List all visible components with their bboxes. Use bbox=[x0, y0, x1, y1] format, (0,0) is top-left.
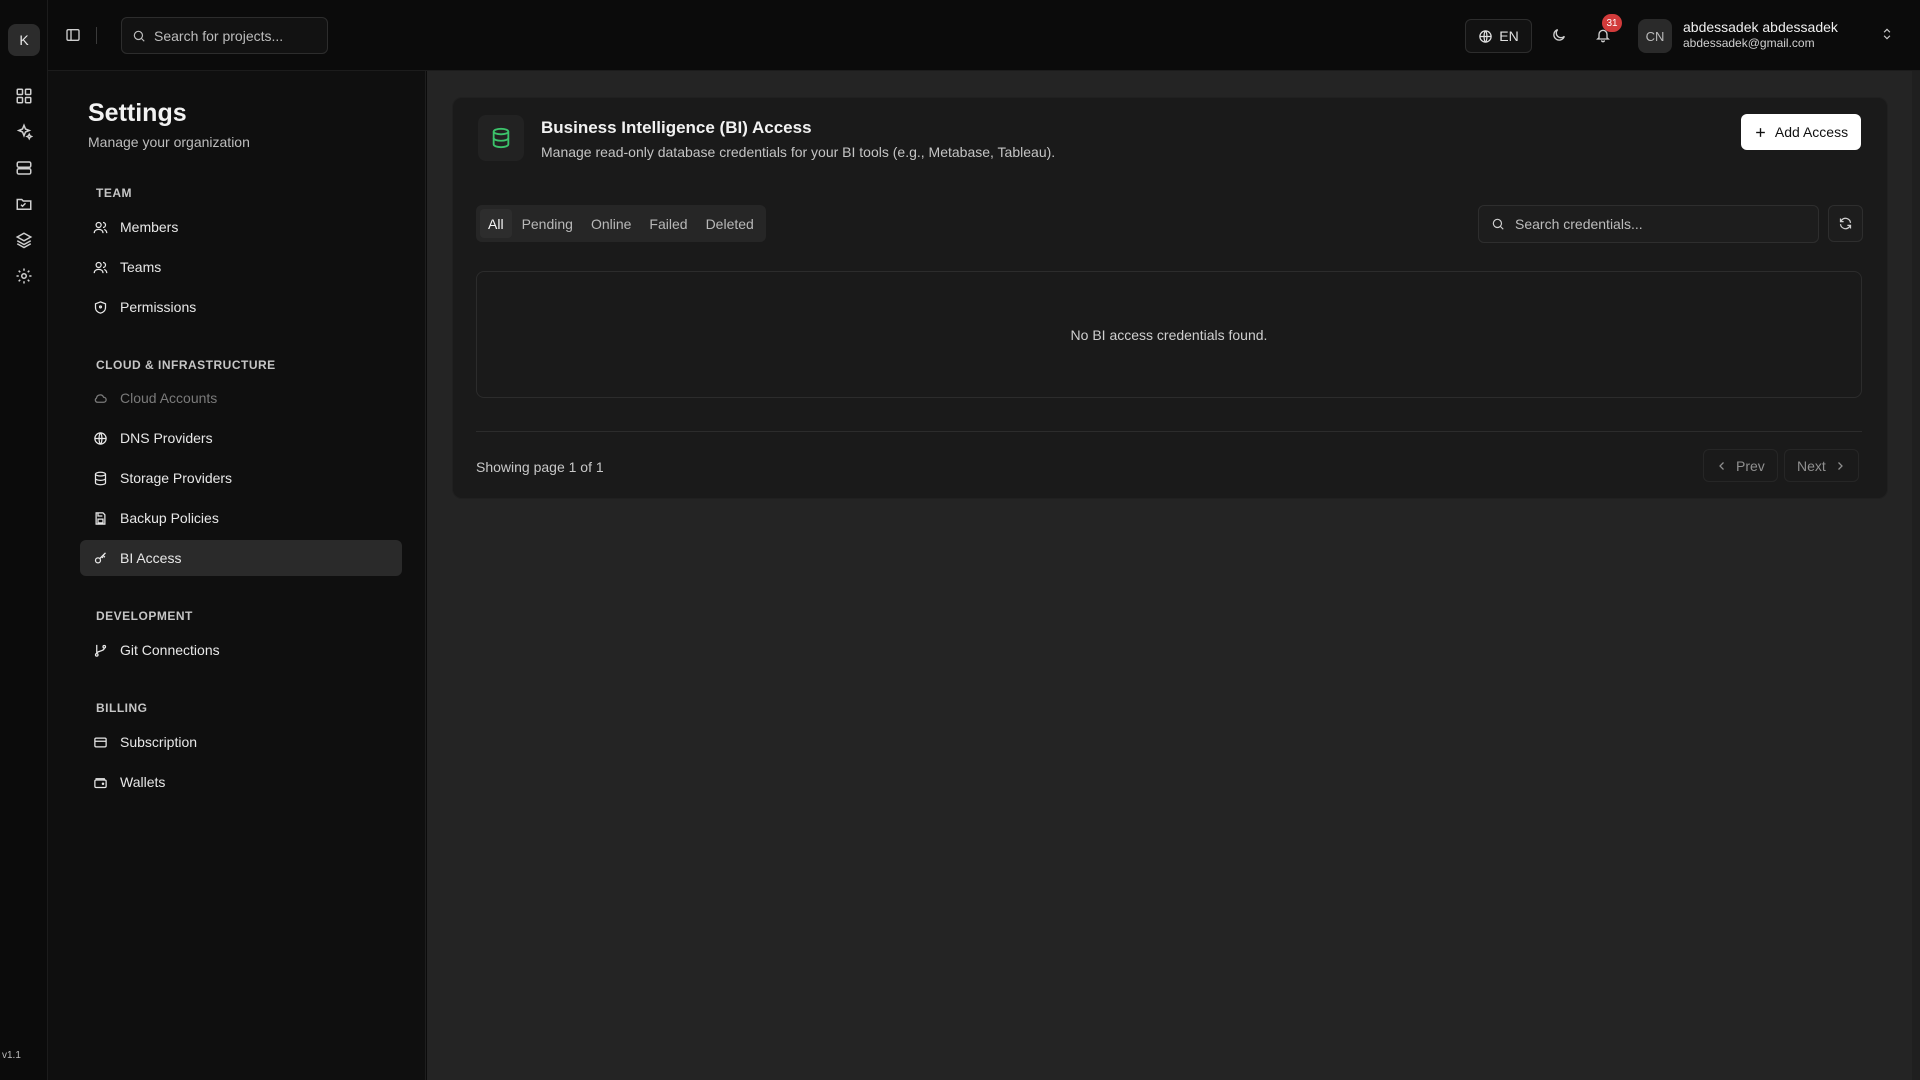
database-icon bbox=[92, 470, 108, 486]
avatar[interactable]: CN bbox=[1638, 19, 1672, 53]
save-icon bbox=[92, 510, 108, 526]
database-icon bbox=[478, 115, 524, 161]
sidebar-toggle-icon[interactable] bbox=[62, 24, 84, 46]
sidebar-item-label: Teams bbox=[120, 259, 162, 275]
prev-label: Prev bbox=[1736, 457, 1765, 474]
plus-icon bbox=[1754, 126, 1767, 139]
sidebar-item-members[interactable]: Members bbox=[80, 209, 402, 245]
settings-icon[interactable] bbox=[12, 264, 36, 288]
sidebar-item-label: BI Access bbox=[120, 550, 182, 566]
git-branch-icon bbox=[92, 642, 108, 658]
sidebar-item-label: Subscription bbox=[120, 734, 198, 750]
page-description: Manage read-only database credentials fo… bbox=[541, 144, 1056, 160]
sidebar-item-label: Cloud Accounts bbox=[120, 390, 218, 406]
tab-pending[interactable]: Pending bbox=[514, 209, 581, 238]
sidebar-item-bi-access[interactable]: BI Access bbox=[80, 540, 402, 576]
language-button[interactable]: EN bbox=[1465, 19, 1532, 53]
divider bbox=[476, 431, 1862, 432]
cloud-icon bbox=[92, 390, 108, 406]
refresh-button[interactable] bbox=[1828, 205, 1863, 242]
sidebar-item-label: DNS Providers bbox=[120, 430, 213, 446]
section-title-development: DEVELOPMENT bbox=[96, 609, 193, 623]
project-search-input[interactable] bbox=[154, 27, 314, 44]
sparkles-icon[interactable] bbox=[12, 120, 36, 144]
tab-all[interactable]: All bbox=[480, 209, 512, 238]
icon-rail: K v1.1 bbox=[0, 0, 48, 1080]
project-search[interactable] bbox=[121, 17, 328, 54]
toolbar-divider bbox=[96, 27, 97, 44]
sidebar-item-label: Wallets bbox=[120, 774, 166, 790]
users-icon bbox=[92, 219, 108, 235]
user-menu[interactable]: abdessadek abdessadek abdessadek@gmail.c… bbox=[1683, 19, 1873, 51]
empty-message: No BI access credentials found. bbox=[1070, 326, 1268, 343]
user-name: abdessadek abdessadek bbox=[1683, 19, 1838, 35]
search-icon bbox=[132, 29, 146, 43]
tab-online[interactable]: Online bbox=[583, 209, 639, 238]
folder-icon[interactable] bbox=[12, 192, 36, 216]
notification-badge: 31 bbox=[1602, 14, 1622, 32]
sidebar-item-permissions[interactable]: Permissions bbox=[80, 289, 402, 325]
sidebar-item-label: Git Connections bbox=[120, 642, 220, 658]
settings-subtitle: Manage your organization bbox=[88, 134, 250, 150]
org-logo-button[interactable]: K bbox=[8, 24, 40, 56]
chevron-left-icon bbox=[1716, 460, 1728, 472]
app-version: v1.1 bbox=[2, 1050, 21, 1061]
dashboard-icon[interactable] bbox=[12, 84, 36, 108]
sidebar-item-storage-providers[interactable]: Storage Providers bbox=[80, 460, 402, 496]
sidebar-item-dns-providers[interactable]: DNS Providers bbox=[80, 420, 402, 456]
tab-failed[interactable]: Failed bbox=[641, 209, 695, 238]
settings-title: Settings bbox=[88, 99, 187, 127]
pagination-info: Showing page 1 of 1 bbox=[476, 459, 604, 475]
prev-page-button[interactable]: Prev bbox=[1703, 449, 1778, 482]
sidebar-item-teams[interactable]: Teams bbox=[80, 249, 402, 285]
shield-icon bbox=[92, 299, 108, 315]
sidebar-item-label: Members bbox=[120, 219, 179, 235]
wallet-icon bbox=[92, 774, 108, 790]
add-access-button[interactable]: Add Access bbox=[1741, 114, 1861, 150]
refresh-icon bbox=[1838, 216, 1853, 231]
credential-search[interactable] bbox=[1478, 205, 1819, 243]
sidebar-item-label: Storage Providers bbox=[120, 470, 233, 486]
main-content: Business Intelligence (BI) Access Manage… bbox=[427, 71, 1920, 1080]
layers-icon[interactable] bbox=[12, 228, 36, 252]
sidebar-item-backup-policies[interactable]: Backup Policies bbox=[80, 500, 402, 536]
globe-icon bbox=[1478, 29, 1493, 44]
chevron-right-icon bbox=[1834, 460, 1846, 472]
section-title-billing: BILLING bbox=[96, 701, 148, 715]
search-icon bbox=[1491, 217, 1505, 231]
page-title: Business Intelligence (BI) Access bbox=[541, 118, 812, 137]
section-title-cloud: CLOUD & INFRASTRUCTURE bbox=[96, 358, 276, 372]
sidebar-item-wallets[interactable]: Wallets bbox=[80, 764, 402, 800]
tab-deleted[interactable]: Deleted bbox=[698, 209, 762, 238]
credential-search-input[interactable] bbox=[1515, 216, 1805, 232]
sidebar-item-git-connections[interactable]: Git Connections bbox=[80, 632, 402, 668]
globe-icon bbox=[92, 430, 108, 446]
key-icon bbox=[92, 550, 108, 566]
settings-sidebar: Settings Manage your organization TEAM M… bbox=[48, 71, 426, 1080]
scrollbar[interactable] bbox=[1912, 71, 1920, 1080]
sidebar-item-subscription[interactable]: Subscription bbox=[80, 724, 402, 760]
sidebar-item-cloud-accounts[interactable]: Cloud Accounts bbox=[80, 380, 402, 416]
next-label: Next bbox=[1797, 457, 1826, 474]
user-email: abdessadek@gmail.com bbox=[1683, 36, 1815, 50]
empty-state: No BI access credentials found. bbox=[476, 271, 1862, 398]
section-title-team: TEAM bbox=[96, 186, 132, 200]
language-label: EN bbox=[1499, 28, 1519, 44]
add-access-label: Add Access bbox=[1774, 124, 1849, 140]
status-tabs: All Pending Online Failed Deleted bbox=[476, 205, 766, 242]
sidebar-item-label: Permissions bbox=[120, 299, 197, 315]
moon-icon[interactable] bbox=[1548, 24, 1570, 46]
sidebar-item-label: Backup Policies bbox=[120, 510, 219, 526]
chevrons-up-down-icon[interactable] bbox=[1880, 27, 1896, 43]
bi-access-card: Business Intelligence (BI) Access Manage… bbox=[452, 97, 1888, 499]
credit-card-icon bbox=[92, 734, 108, 750]
users-icon bbox=[92, 259, 108, 275]
app-root: K v1.1 Search for projects... EN 31 CN a… bbox=[0, 0, 1920, 1080]
server-icon[interactable] bbox=[12, 156, 36, 180]
next-page-button[interactable]: Next bbox=[1784, 449, 1859, 482]
